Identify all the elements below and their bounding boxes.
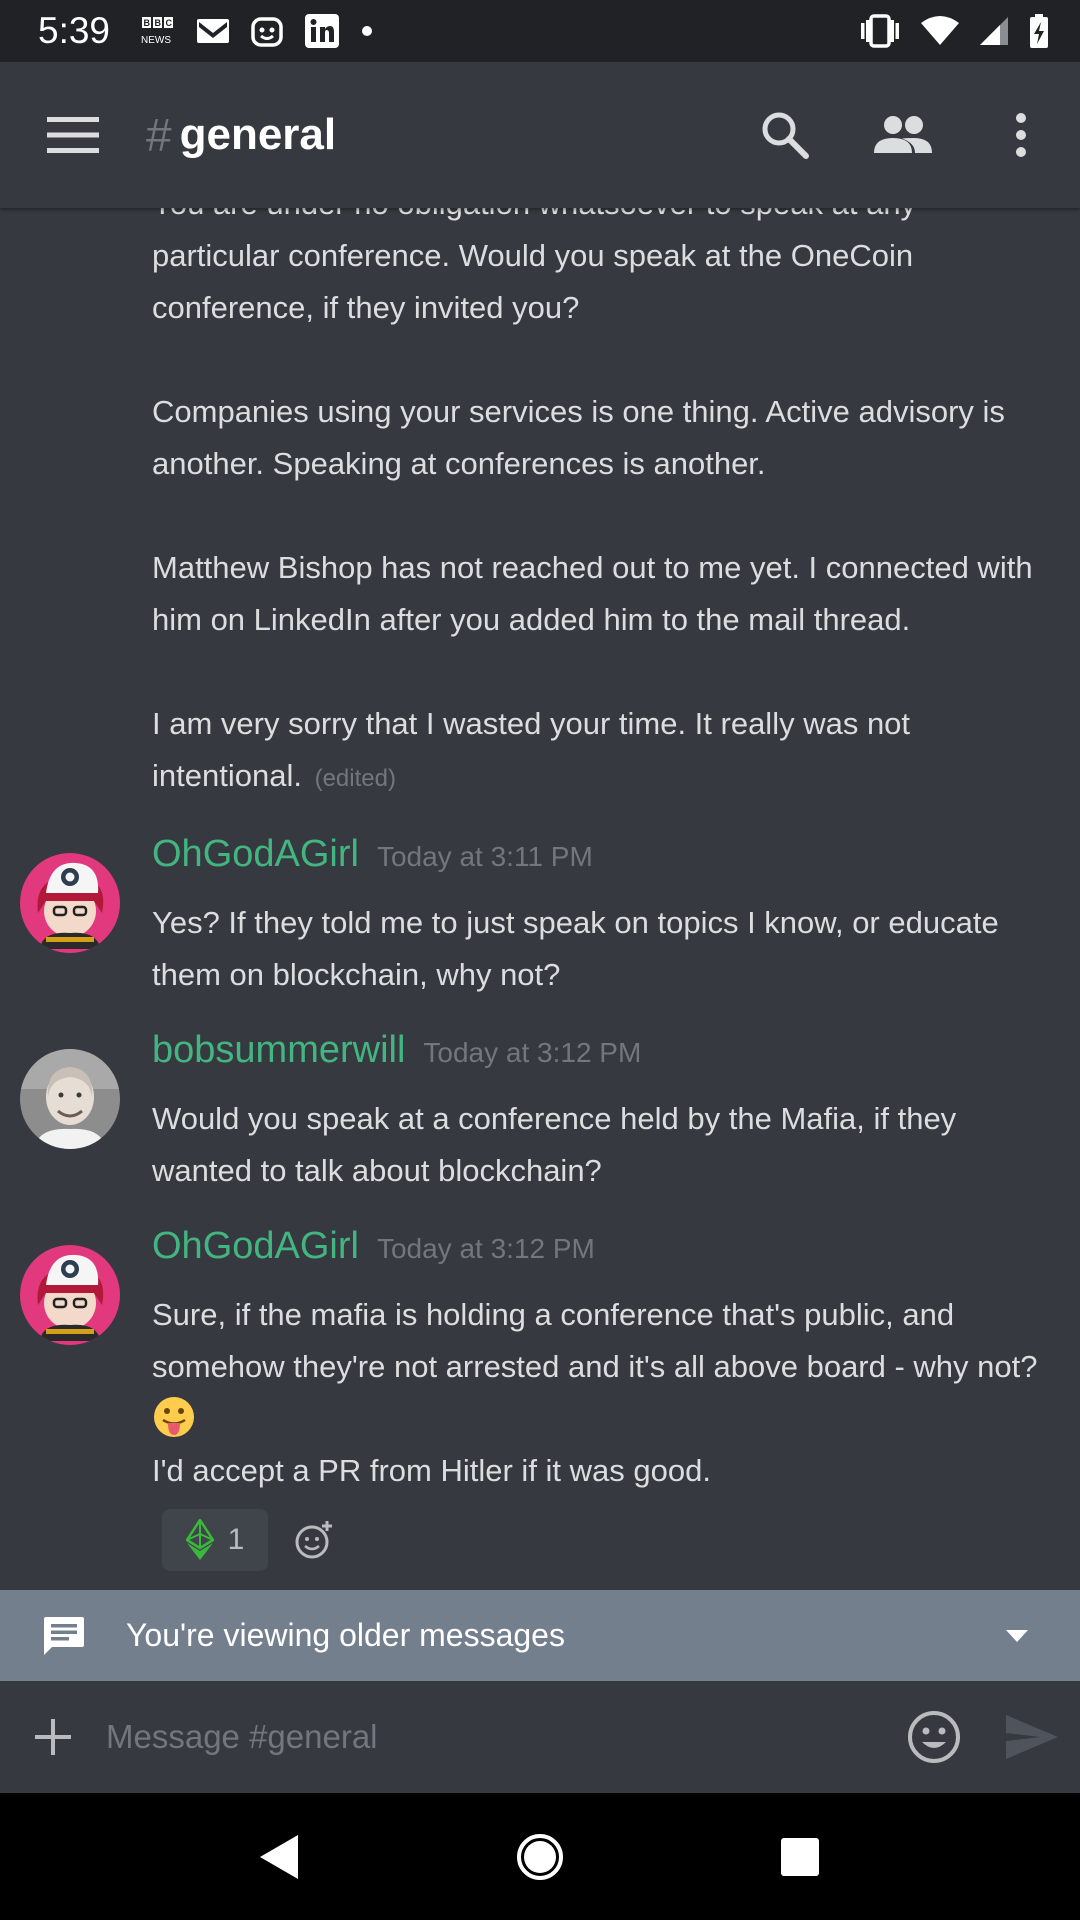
message-group[interactable]: OhGodAGirl Today at 3:11 PM Yes? If they…: [0, 805, 1080, 1001]
bbc-news-icon: B B C NEWS: [141, 17, 174, 46]
message-line: Sure, if the mafia is holding a conferen…: [152, 1289, 1044, 1445]
message-group[interactable]: OhGodAGirl Today at 3:12 PM Sure, if the…: [0, 1197, 1080, 1575]
message-paragraph: You are under no obligation whatsoever t…: [152, 208, 916, 325]
linkedin-icon: [305, 14, 340, 48]
continued-message[interactable]: You are under no obligation whatsoever t…: [152, 208, 1044, 805]
battery-charging-icon: [1030, 14, 1048, 48]
message-paragraph: Matthew Bishop has not reached out to me…: [152, 550, 1033, 637]
bbc-b1: B: [144, 18, 151, 28]
message-text: I am very sorry that I wasted your time.…: [152, 706, 911, 793]
system-nav-bar: [0, 1793, 1080, 1920]
bbc-c: C: [166, 18, 173, 28]
avatar[interactable]: [20, 1049, 120, 1149]
message-list[interactable]: You are under no obligation whatsoever t…: [0, 208, 1080, 1590]
username[interactable]: bobsummerwill: [152, 1029, 405, 1072]
add-attachment-button[interactable]: [0, 1681, 106, 1793]
add-reaction-icon[interactable]: [294, 1519, 336, 1561]
menu-icon: [47, 117, 99, 153]
channel-name: general: [179, 110, 337, 159]
timestamp: Today at 3:12 PM: [423, 1037, 642, 1068]
status-bar: 5:39 B B C NEWS: [0, 0, 1080, 62]
message-paragraph: Companies using your services is one thi…: [152, 394, 1005, 481]
bald-man-photo-avatar: [20, 1049, 120, 1149]
emoji-button[interactable]: [884, 1681, 984, 1793]
bbc-b2: B: [155, 18, 162, 28]
older-messages-bar[interactable]: You're viewing older messages: [0, 1590, 1080, 1681]
older-messages-text: You're viewing older messages: [126, 1617, 565, 1653]
home-icon: [517, 1833, 563, 1880]
message-input[interactable]: [106, 1697, 884, 1777]
members-icon: [874, 116, 932, 153]
ethereum-classic-icon: [185, 1519, 214, 1560]
message-header: OhGodAGirl Today at 3:12 PM: [152, 1225, 1080, 1289]
tongue-out-emoji: [154, 1397, 194, 1437]
search-icon: [762, 112, 809, 159]
status-time: 5:39: [38, 10, 111, 51]
bot-face-icon: [251, 17, 283, 47]
message-content[interactable]: Yes? If they told me to just speak on to…: [152, 897, 1044, 1001]
send-button[interactable]: [984, 1681, 1080, 1793]
overflow-menu-button[interactable]: [962, 62, 1080, 208]
reaction-count: 1: [227, 1523, 245, 1556]
message-paragraph-last: I am very sorry that I wasted your time.…: [152, 698, 1044, 805]
reactions: 1: [162, 1505, 1080, 1575]
message-composer: [0, 1681, 1080, 1793]
reaction-chip[interactable]: 1: [162, 1509, 268, 1571]
app-bar: # general: [0, 62, 1080, 208]
dot-icon: [362, 26, 373, 36]
message-header: OhGodAGirl Today at 3:11 PM: [152, 833, 1080, 897]
message-text: Sure, if the mafia is holding a conferen…: [152, 1297, 1038, 1384]
message-content[interactable]: Would you speak at a conference held by …: [152, 1093, 1044, 1197]
channel-hash: #: [146, 109, 172, 161]
message-text: I'd accept a PR from Hitler if it was go…: [152, 1453, 711, 1488]
back-button[interactable]: [220, 1797, 340, 1917]
caret-down-icon[interactable]: [1006, 1629, 1028, 1642]
message-icon: [44, 1616, 84, 1655]
username[interactable]: OhGodAGirl: [152, 833, 359, 876]
timestamp: Today at 3:12 PM: [376, 1233, 595, 1264]
app-bar-actions: [726, 62, 1080, 208]
notification-icons: B B C NEWS: [140, 13, 374, 49]
avatar[interactable]: [20, 853, 120, 953]
anime-girl-avatar: [20, 853, 120, 953]
message-text: Would you speak at a conference held by …: [152, 1101, 957, 1188]
recents-icon: [781, 1837, 819, 1876]
message-text: Yes? If they told me to just speak on to…: [152, 905, 999, 992]
back-icon: [260, 1834, 298, 1879]
plus-icon: [35, 1719, 71, 1755]
bbc-news-label: NEWS: [141, 35, 171, 46]
anime-girl-avatar: [20, 1245, 120, 1345]
wifi-icon: [921, 16, 959, 45]
message-content[interactable]: Sure, if the mafia is holding a conferen…: [152, 1289, 1044, 1497]
vibrate-icon: [861, 14, 899, 48]
message-group[interactable]: bobsummerwill Today at 3:12 PM Would you…: [0, 1001, 1080, 1197]
members-button[interactable]: [844, 62, 962, 208]
search-button[interactable]: [726, 62, 844, 208]
message-header: bobsummerwill Today at 3:12 PM: [152, 1029, 1080, 1093]
send-icon: [1006, 1715, 1058, 1759]
recents-button[interactable]: [740, 1797, 860, 1917]
gmail-icon: [197, 19, 230, 43]
system-icons: [858, 13, 1050, 49]
emoji-icon: [908, 1711, 960, 1763]
home-button[interactable]: [480, 1797, 600, 1917]
edited-label: (edited): [314, 765, 396, 792]
overflow-menu-icon: [1016, 113, 1026, 157]
username[interactable]: OhGodAGirl: [152, 1225, 359, 1268]
menu-button[interactable]: [0, 62, 146, 208]
cell-signal-icon: [980, 17, 1008, 45]
avatar[interactable]: [20, 1245, 120, 1345]
timestamp: Today at 3:11 PM: [376, 841, 593, 872]
